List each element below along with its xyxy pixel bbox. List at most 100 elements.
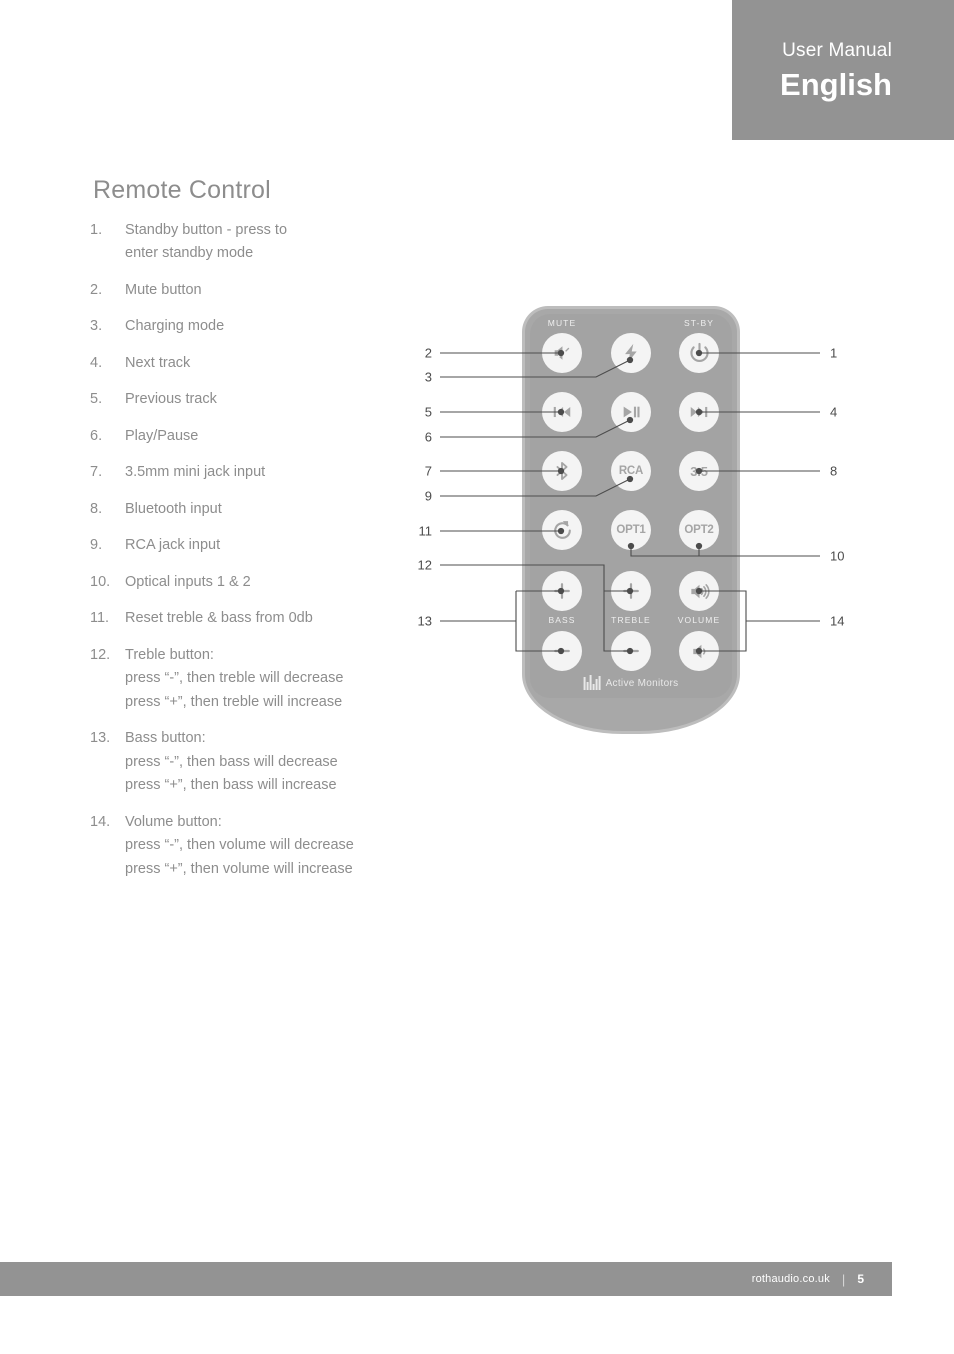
label-bass: BASS [548, 615, 576, 625]
list-item-text: Optical inputs 1 & 2 [125, 571, 251, 594]
button-treble-minus[interactable] [611, 631, 651, 671]
button-volume-down[interactable] [679, 631, 719, 671]
brand-lockup: Active Monitors [583, 675, 679, 690]
callout-number-left: 11 [418, 523, 433, 539]
minus-icon [551, 640, 573, 662]
header-bar: User Manual English [732, 0, 954, 140]
list-item-line: Play/Pause [125, 427, 199, 444]
list-item-line: Charging mode [125, 318, 225, 335]
list-item: 10. Optical inputs 1 & 2 [90, 571, 420, 594]
list-item-line: Previous track [125, 391, 217, 408]
label-volume: VOLUME [677, 615, 721, 625]
button-next-track[interactable] [679, 392, 719, 432]
list-item: 3. Charging mode [90, 315, 420, 338]
list-item-line: press “-”, then bass will decrease [125, 753, 338, 770]
roth-logo-icon [583, 675, 601, 690]
list-item: 4. Next track [90, 352, 420, 375]
list-item-number: 1. [90, 222, 103, 238]
callout-number-left: 9 [424, 488, 432, 504]
plus-icon [551, 580, 573, 602]
footer-bar: rothaudio.co.uk | 5 [0, 1262, 892, 1296]
button-bluetooth[interactable] [542, 451, 582, 491]
mute-icon [551, 342, 573, 364]
list-item: 12. Treble button: press “-”, then treble … [90, 644, 420, 714]
callout-number-left: 6 [424, 429, 432, 445]
list-item-line: 3.5mm mini jack input [125, 464, 266, 481]
list-item-text: Charging mode [125, 315, 224, 338]
brand-text: Active Monitors [605, 678, 679, 689]
footer-url[interactable]: rothaudio.co.uk [752, 1273, 830, 1285]
remote-control-list: 1. Standby button - press to enter standby… [90, 219, 420, 894]
list-item: 2. Mute button [90, 279, 420, 302]
button-rca[interactable]: RCA [611, 451, 651, 491]
list-item-line: Reset treble & bass from 0db [125, 610, 313, 627]
list-item-line: enter standby mode [125, 245, 254, 262]
list-item-number: 12. [90, 646, 111, 663]
button-35mm-jack[interactable]: 3.5 [679, 451, 719, 491]
button-play-pause[interactable] [611, 392, 651, 432]
button-opt2-label: OPT2 [684, 524, 714, 536]
header-subtitle: User Manual [782, 40, 892, 61]
callout-number-left: 2 [424, 345, 432, 361]
list-item: 9. RCA jack input [90, 534, 420, 557]
button-optical-1[interactable]: OPT1 [611, 510, 651, 550]
list-item-number: 9. [90, 537, 103, 554]
list-item-text: Play/Pause [125, 425, 198, 448]
label-standby: ST-BY [683, 318, 715, 328]
bluetooth-icon [551, 460, 573, 482]
label-treble: TREBLE [611, 615, 651, 625]
callout-number-left: 12 [417, 557, 432, 573]
play-pause-icon [620, 401, 642, 423]
list-item-line: press “+”, then volume will increase [125, 860, 353, 877]
volume-up-icon [688, 580, 711, 603]
list-item-text: Standby button - press to enter standby m… [125, 219, 287, 266]
callout-number-left: 3 [424, 369, 432, 385]
callout-number-right: 10 [830, 548, 845, 564]
list-item: 1. Standby button - press to enter standby… [90, 219, 420, 266]
button-standby[interactable] [679, 333, 719, 373]
remote-control-image: MUTE ST-BY BASS TREBLE VOLUME RCA 3.5 OP… [522, 306, 740, 734]
button-previous-track[interactable] [542, 392, 582, 432]
list-item-text: Treble button: press “-”, then treble wil… [125, 644, 343, 714]
list-item: 6. Play/Pause [90, 425, 420, 448]
minus-icon [620, 640, 642, 662]
callout-number-left: 7 [424, 463, 432, 479]
callout-number-left: 13 [417, 613, 432, 629]
list-item-text: Previous track [125, 388, 217, 411]
list-item-line: Optical inputs 1 & 2 [125, 573, 251, 590]
page-title: Remote Control [93, 176, 271, 204]
label-mute: MUTE [547, 318, 577, 328]
volume-down-icon [688, 640, 711, 663]
list-item-line: Bass button: [125, 730, 206, 747]
list-item: 8. Bluetooth input [90, 498, 420, 521]
list-item-text: RCA jack input [125, 534, 220, 557]
callout-number-right: 8 [830, 463, 838, 479]
list-item-number: 2. [90, 281, 103, 298]
button-bass-plus[interactable] [542, 571, 582, 611]
list-item-text: Mute button [125, 279, 202, 302]
button-opt1-label: OPT1 [616, 524, 646, 536]
callout-number-right: 4 [830, 404, 838, 420]
list-item-number: 5. [90, 391, 103, 408]
callout-number-left: 5 [424, 404, 432, 420]
button-mute[interactable] [542, 333, 582, 373]
next-track-icon [688, 401, 710, 423]
lightning-bolt-icon [620, 342, 642, 364]
button-reset-treble-bass[interactable] [542, 510, 582, 550]
reset-circle-icon [551, 519, 574, 542]
list-item-line: RCA jack input [125, 537, 221, 554]
button-volume-up[interactable] [679, 571, 719, 611]
list-item-line: Next track [125, 354, 191, 371]
list-item-text: Bass button: press “-”, then bass will de… [125, 727, 338, 797]
button-optical-2[interactable]: OPT2 [679, 510, 719, 550]
button-treble-plus[interactable] [611, 571, 651, 611]
button-rca-label: RCA [618, 465, 644, 477]
list-item: 14. Volume button: press “-”, then volume … [90, 811, 420, 881]
list-item-text: Bluetooth input [125, 498, 222, 521]
list-item-number: 8. [90, 500, 103, 517]
list-item-text: 3.5mm mini jack input [125, 461, 265, 484]
list-item-line: press “+”, then treble will increase [125, 693, 343, 710]
button-charging-mode[interactable] [611, 333, 651, 373]
list-item-text: Reset treble & bass from 0db [125, 607, 313, 630]
button-bass-minus[interactable] [542, 631, 582, 671]
